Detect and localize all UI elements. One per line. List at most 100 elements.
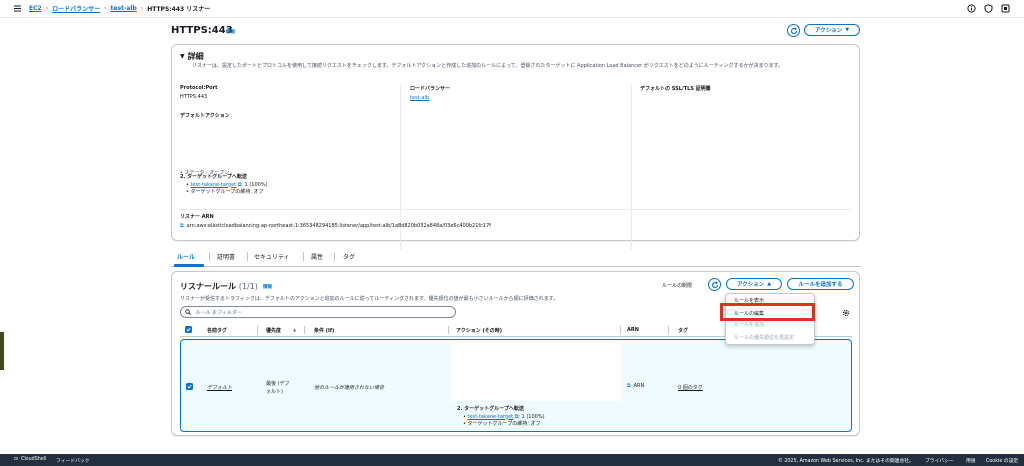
breadcrumb-ec2[interactable]: EC2 [29, 5, 42, 12]
gear-icon[interactable] [842, 309, 850, 317]
rule-action: 2. ターゲットグループへ転送 • test-takane-target ⧉: … [457, 406, 545, 429]
tab-rules[interactable]: ルール [177, 252, 195, 261]
rule-condition: 他のルールが適用されない場合 [314, 385, 385, 391]
side-edge-strip [0, 332, 4, 370]
col-actions[interactable]: アクション (その時) [456, 327, 502, 334]
default-action-label: デフォルトアクション [180, 113, 230, 119]
privacy-link[interactable]: プライバシー [925, 457, 954, 464]
tab-security[interactable]: セキュリティ [254, 252, 290, 261]
tab-divider [209, 252, 210, 261]
refresh-button[interactable] [787, 24, 800, 37]
col-tags[interactable]: タグ [678, 327, 688, 334]
menu-item-reorder-priority[interactable]: ルールの優先順位を再設定 [734, 334, 794, 341]
tab-tags[interactable]: タグ [343, 252, 355, 261]
rules-info-link[interactable]: 情報 [263, 284, 272, 290]
rules-description: リスナーが受信するトラフィックは、デフォルトのアクションと追加のルールに従ってル… [180, 296, 559, 302]
breadcrumb-load-balancers[interactable]: ロードバランサー [52, 4, 100, 13]
rule-filter-input[interactable]: ルール をフィルター [180, 306, 456, 318]
chevron-right-icon: › [104, 5, 107, 12]
rules-title-text: リスナールール [180, 282, 236, 291]
tab-certificates[interactable]: 証明書 [217, 252, 235, 261]
breadcrumb-test-alb[interactable]: test-alb [111, 5, 137, 12]
target-group-link[interactable]: test-takane-target [191, 182, 237, 188]
tab-attributes[interactable]: 属性 [311, 252, 323, 261]
cookie-settings-link[interactable]: Cookie の設定 [986, 457, 1018, 464]
fullscreen-icon[interactable] [1001, 4, 1010, 13]
info-circle-icon[interactable] [967, 4, 976, 13]
col-priority[interactable]: 優先度 [266, 327, 281, 334]
sort-asc-icon[interactable]: ▲ [293, 327, 296, 332]
protocol-label: Protocol:Port [180, 85, 218, 91]
feedback-link[interactable]: フィードバック [56, 457, 89, 464]
rule-name-link[interactable]: デフォルト [207, 384, 232, 391]
rule-arn: ⧉ ARN [627, 383, 644, 389]
tab-divider [334, 252, 335, 261]
copyright: © 2025, Amazon Web Services, Inc. またはその関… [778, 459, 914, 464]
caret-down-icon: ▼ [845, 27, 850, 33]
protocol-column: Protocol:Port HTTPS:443 デフォルトアクション [180, 85, 230, 119]
col-name-tag[interactable]: 名前タグ [207, 327, 227, 334]
filter-placeholder: ルール をフィルター [195, 309, 242, 316]
shield-icon[interactable] [984, 4, 993, 13]
rules-count: (1/1) [238, 282, 258, 291]
stickiness-text: ターゲットグループの維持: オフ [190, 189, 264, 195]
col-arn[interactable]: ARN [627, 327, 639, 333]
add-rule-button[interactable]: ルールを追加する [787, 278, 854, 290]
rules-title: リスナールール (1/1) [180, 281, 258, 292]
col-divider [668, 326, 669, 334]
default-action-content: • ステータ - オープン 2. ターゲットグループへ転送 • test-tak… [180, 170, 268, 197]
col-conditions[interactable]: 条件 (If) [314, 327, 334, 334]
cloudshell-icon[interactable]: ⊡ [14, 457, 18, 462]
rules-refresh-button[interactable] [708, 278, 721, 291]
header-action-button[interactable]: アクション ▼ [804, 24, 860, 36]
protocol-value: HTTPS:443 [180, 94, 208, 100]
col-divider [620, 326, 621, 334]
lb-label: ロードバランサー [410, 86, 451, 92]
page-title: HTTPS:443 [171, 25, 233, 36]
copy-icon[interactable]: ⧉ [627, 383, 631, 389]
breadcrumb-current: HTTPS:443 リスナー [147, 6, 211, 13]
footer: ⊡ CloudShell フィードバック © 2025, Amazon Web … [0, 454, 1024, 466]
rules-action-button[interactable]: アクション ▲ [726, 278, 782, 290]
check-icon [187, 384, 192, 389]
top-navigation-bar: EC2 › ロードバランサー › test-alb › HTTPS:443 リス… [0, 0, 1024, 18]
action-preview-area [451, 343, 621, 401]
select-all-checkbox[interactable] [185, 326, 192, 333]
active-tab-indicator [174, 264, 204, 267]
table-row[interactable]: デフォルト 最後 (デフ ォルト) 他のルールが適用されない場合 2. ターゲッ… [180, 339, 852, 432]
check-icon [186, 327, 191, 332]
ssl-column: デフォルトの SSL/TLS 証明書 [640, 85, 711, 92]
details-description: リスナーは、設定したポートとプロトコルを使用して接続リクエストをチェックします。… [192, 63, 783, 69]
menu-item-add-rule[interactable]: ルールを追加 [734, 321, 764, 328]
details-title: 詳細 [187, 52, 204, 61]
ssl-label: デフォルトの SSL/TLS 証明書 [640, 86, 711, 92]
col-divider [448, 326, 449, 334]
chevron-right-icon: › [45, 5, 49, 12]
rule-priority: 最後 (デフ ォルト) [266, 380, 290, 396]
refresh-icon [711, 280, 718, 288]
terms-link[interactable]: 用語 [966, 457, 976, 464]
arn-section: リスナー ARN ⧉ arn:aws:elasticloadbalancing:… [180, 213, 491, 229]
rule-tags-link[interactable]: 0 個のタグ [678, 384, 703, 391]
refresh-icon [790, 26, 797, 34]
red-highlight-box [720, 303, 815, 321]
column-divider [631, 85, 632, 250]
col-divider [257, 326, 258, 334]
search-icon [185, 309, 191, 315]
arn-label: リスナー ARN [180, 214, 214, 220]
cloudshell-link[interactable]: CloudShell [21, 457, 46, 462]
rules-action-label: アクション [736, 282, 765, 288]
row-checkbox[interactable] [186, 383, 193, 390]
menu-icon[interactable] [14, 5, 21, 12]
target-weight: : 1 (100%) [241, 181, 268, 188]
rule-target-link[interactable]: test-takane-target [468, 414, 514, 420]
col-divider [304, 326, 305, 334]
details-panel: ▼ 詳細 リスナーは、設定したポートとプロトコルを使用して接続リクエストをチェッ… [171, 44, 860, 250]
details-toggle[interactable]: ▼ 詳細 [180, 51, 204, 62]
lb-link[interactable]: test-alb [410, 95, 450, 101]
rule-limit-link[interactable]: ルールの制限 [662, 282, 692, 289]
info-link[interactable]: 情報 [226, 29, 235, 35]
copy-icon[interactable]: ⧉ [180, 223, 184, 229]
rule-target-weight: : 1 (100%) [518, 413, 545, 420]
divider [180, 209, 851, 210]
